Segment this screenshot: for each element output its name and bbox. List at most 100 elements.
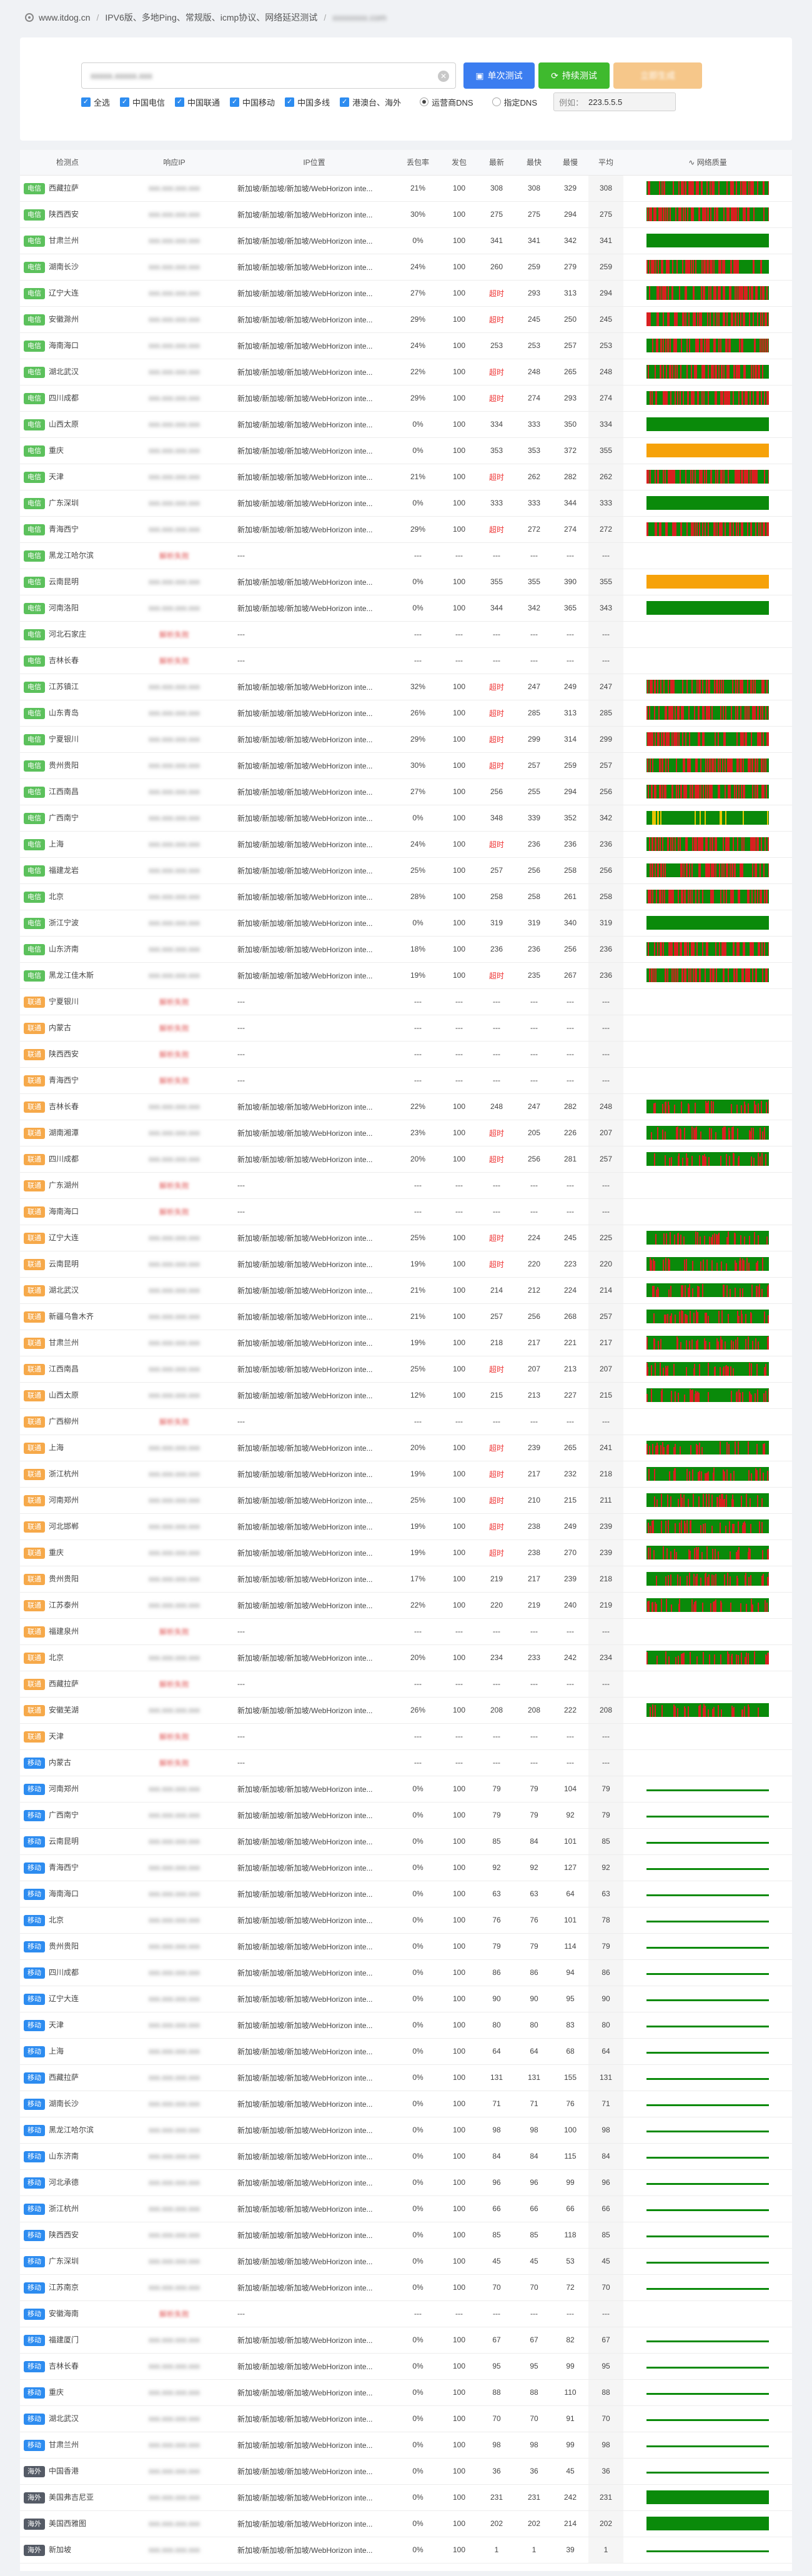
dns-custom-option[interactable]: 指定DNS xyxy=(492,96,537,108)
continuous-test-button[interactable]: ⟳ 持续测试 xyxy=(538,62,610,89)
cell-loss: 0% xyxy=(395,227,441,254)
loss-mark xyxy=(650,680,651,694)
table-row: 海外 美国西雅图 xxx.xxx.xxx.xxx 新加坡/新加坡/新加坡/WebHor… xyxy=(20,2510,792,2537)
target-input-value[interactable]: xxxxx.xxxxx.xxx xyxy=(91,71,152,81)
loss-mark xyxy=(663,863,664,877)
loss-mark xyxy=(699,837,700,851)
dns-input[interactable]: 例如： 223.5.5.5 xyxy=(553,92,676,111)
filter-unicom[interactable]: ✓ 中国联通 xyxy=(175,96,220,108)
quality-fill xyxy=(646,811,769,825)
loss-mark xyxy=(741,863,743,877)
col-fastest[interactable]: 最快 xyxy=(516,150,552,176)
table-row: 移动 贵州贵阳 xxx.xxx.xxx.xxx 新加坡/新加坡/新加坡/WebHori… xyxy=(20,1933,792,1960)
loss-mark xyxy=(670,339,671,352)
table-row: 联通 安徽芜湖 xxx.xxx.xxx.xxx 新加坡/新加坡/新加坡/WebHori… xyxy=(20,1697,792,1724)
loss-mark xyxy=(762,706,763,720)
col-node[interactable]: 检测点 xyxy=(20,150,115,176)
filter-overseas[interactable]: ✓ 港澳台、海外 xyxy=(340,96,401,108)
breadcrumb-site[interactable]: www.itdog.cn xyxy=(39,12,90,22)
loss-mark xyxy=(707,758,708,772)
cell-sent: 100 xyxy=(441,752,477,779)
loss-mark xyxy=(657,339,658,352)
dns-isp-option[interactable]: 运营商DNS xyxy=(420,96,473,108)
cell-ip: xxx.xxx.xxx.xxx xyxy=(115,1697,234,1724)
cell-fastest: --- xyxy=(516,1015,552,1042)
col-sent[interactable]: 发包 xyxy=(441,150,477,176)
node-city: 重庆 xyxy=(49,445,64,455)
response-ip: 解析失败 xyxy=(159,2309,189,2319)
loss-mark xyxy=(673,732,675,746)
ip-location: 新加坡/新加坡/新加坡/WebHorizon inte... xyxy=(237,499,373,508)
cell-loss: 25% xyxy=(395,857,441,884)
cell-node: 移动 四川成都 xyxy=(20,1959,115,1986)
loss-mark xyxy=(715,391,716,405)
loss-mark xyxy=(646,470,648,484)
ip-location: --- xyxy=(237,1417,245,1426)
loss-mark xyxy=(724,260,725,274)
loss-mark xyxy=(742,339,743,352)
cell-ip: xxx.xxx.xxx.xxx xyxy=(115,1802,234,1829)
cell-latest: 248 xyxy=(477,1093,516,1120)
quality-bar xyxy=(646,417,769,431)
single-test-button[interactable]: ▣ 单次测试 xyxy=(463,62,535,89)
target-input[interactable]: xxxxx.xxxxx.xxx ✕ xyxy=(81,62,456,89)
col-slowest[interactable]: 最慢 xyxy=(552,150,588,176)
isp-badge: 联通 xyxy=(24,1337,45,1349)
cell-latest: 334 xyxy=(477,411,516,438)
table-row: 联通 江西南昌 xxx.xxx.xxx.xxx 新加坡/新加坡/新加坡/WebHori… xyxy=(20,1356,792,1383)
cell-location: 新加坡/新加坡/新加坡/WebHorizon inte... xyxy=(234,1330,395,1356)
response-ip: xxx.xxx.xxx.xxx xyxy=(148,472,200,481)
cell-ip: 解析失败 xyxy=(115,647,234,674)
col-quality[interactable]: ∿ 网络质量 xyxy=(623,150,792,176)
quality-line xyxy=(646,2104,769,2106)
node-city: 重庆 xyxy=(49,2387,64,2397)
col-location[interactable]: IP位置 xyxy=(234,150,395,176)
loss-mark xyxy=(766,732,768,746)
filter-all[interactable]: ✓ 全选 xyxy=(81,96,110,108)
ip-location: 新加坡/新加坡/新加坡/WebHorizon inte... xyxy=(237,866,373,875)
col-loss[interactable]: 丢包率 xyxy=(395,150,441,176)
loss-mark xyxy=(653,968,655,982)
cell-loss: 32% xyxy=(395,674,441,700)
col-average[interactable]: 平均 xyxy=(588,150,623,176)
loss-mark xyxy=(660,680,661,694)
col-latest[interactable]: 最新 xyxy=(477,150,516,176)
cell-quality xyxy=(623,2537,792,2564)
filter-mobile[interactable]: ✓ 中国移动 xyxy=(230,96,275,108)
loss-mark xyxy=(650,758,651,772)
cell-location: 新加坡/新加坡/新加坡/WebHorizon inte... xyxy=(234,490,395,517)
generate-button[interactable]: 立即生成 xyxy=(613,62,702,89)
col-ip[interactable]: 响应IP xyxy=(115,150,234,176)
loss-mark xyxy=(679,286,680,300)
loss-mark xyxy=(752,863,753,877)
loss-mark xyxy=(765,312,766,326)
loss-mark xyxy=(727,837,728,851)
cell-ip: 解析失败 xyxy=(115,2300,234,2327)
cell-latest: 218 xyxy=(477,1330,516,1356)
filter-multiline[interactable]: ✓ 中国多线 xyxy=(285,96,330,108)
clear-icon[interactable]: ✕ xyxy=(438,71,449,82)
loss-mark xyxy=(723,732,725,746)
table-row: 移动 云南昆明 xxx.xxx.xxx.xxx 新加坡/新加坡/新加坡/WebHori… xyxy=(20,1828,792,1855)
loss-mark xyxy=(699,732,700,746)
cell-location: --- xyxy=(234,1015,395,1042)
loss-mark xyxy=(723,863,725,877)
ip-location: 新加坡/新加坡/新加坡/WebHorizon inte... xyxy=(237,1916,373,1925)
cell-location: 新加坡/新加坡/新加坡/WebHorizon inte... xyxy=(234,175,395,202)
isp-badge: 联通 xyxy=(24,1599,45,1611)
cell-loss: 18% xyxy=(395,936,441,963)
dns-input-value[interactable]: 223.5.5.5 xyxy=(588,97,622,107)
filter-telecom[interactable]: ✓ 中国电信 xyxy=(120,96,165,108)
loss-mark xyxy=(696,522,698,536)
breadcrumb-page[interactable]: IPV6版、多地Ping、常规版、icmp协议、网络延迟测试 xyxy=(105,11,317,24)
loss-mark xyxy=(708,522,709,536)
loss-mark xyxy=(720,339,721,352)
table-row: 移动 天津 xxx.xxx.xxx.xxx 新加坡/新加坡/新加坡/WebHorizo… xyxy=(20,2012,792,2039)
cell-average: --- xyxy=(588,1749,623,1776)
cell-latest: --- xyxy=(477,988,516,1015)
loss-mark xyxy=(661,942,662,956)
loss-mark xyxy=(763,863,765,877)
table-row: 移动 吉林长春 xxx.xxx.xxx.xxx 新加坡/新加坡/新加坡/WebHori… xyxy=(20,2353,792,2380)
loss-mark xyxy=(710,968,711,982)
loss-mark xyxy=(741,470,742,484)
